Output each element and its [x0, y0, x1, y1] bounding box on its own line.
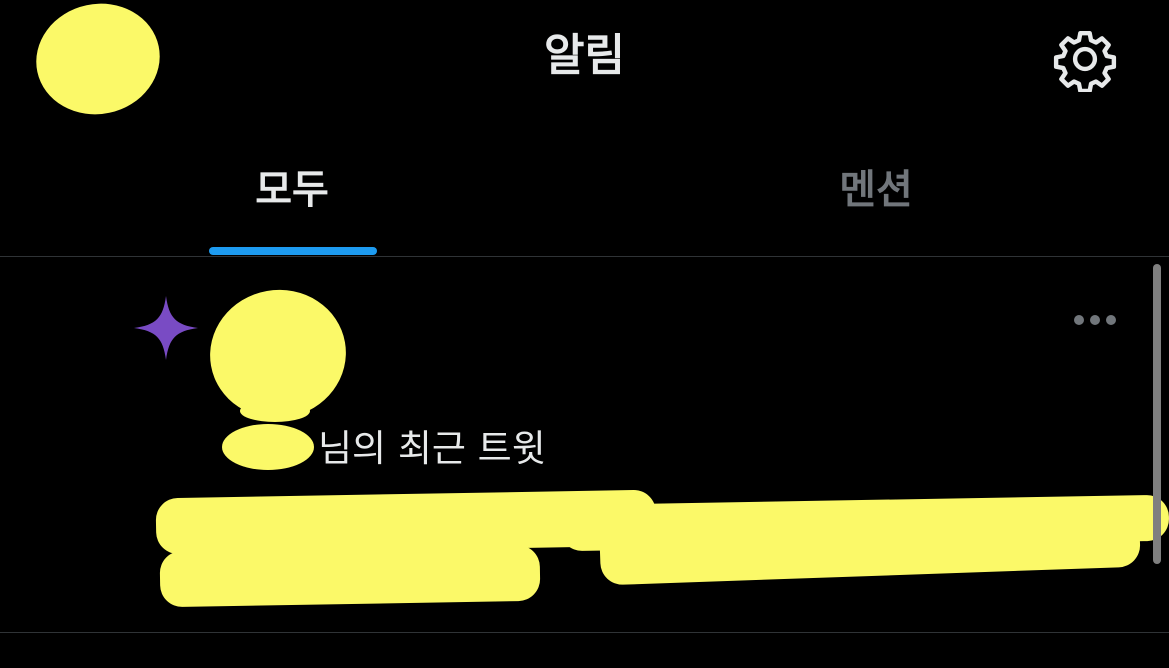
divider	[0, 632, 1169, 633]
more-horizontal-icon	[1074, 315, 1116, 325]
gear-icon	[1053, 30, 1117, 94]
tab-all[interactable]: 모두	[190, 162, 394, 218]
notification-text[interactable]: 님의 최근 트윗	[318, 424, 546, 474]
settings-button[interactable]	[1052, 26, 1118, 94]
more-options-button[interactable]	[1068, 306, 1122, 334]
tab-mentions[interactable]: 멘션	[774, 162, 978, 218]
scrollbar[interactable]	[1153, 264, 1161, 564]
sparkle-icon	[130, 292, 202, 364]
active-tab-indicator	[209, 247, 377, 255]
redacted-tweet-text	[159, 544, 541, 608]
redaction-mark	[240, 400, 310, 422]
page-title: 알림	[544, 30, 625, 81]
notifications-screen: 알림 모두 멘션 님의 최근 트윗	[0, 0, 1169, 668]
divider	[0, 256, 1169, 257]
redacted-username	[222, 424, 314, 470]
